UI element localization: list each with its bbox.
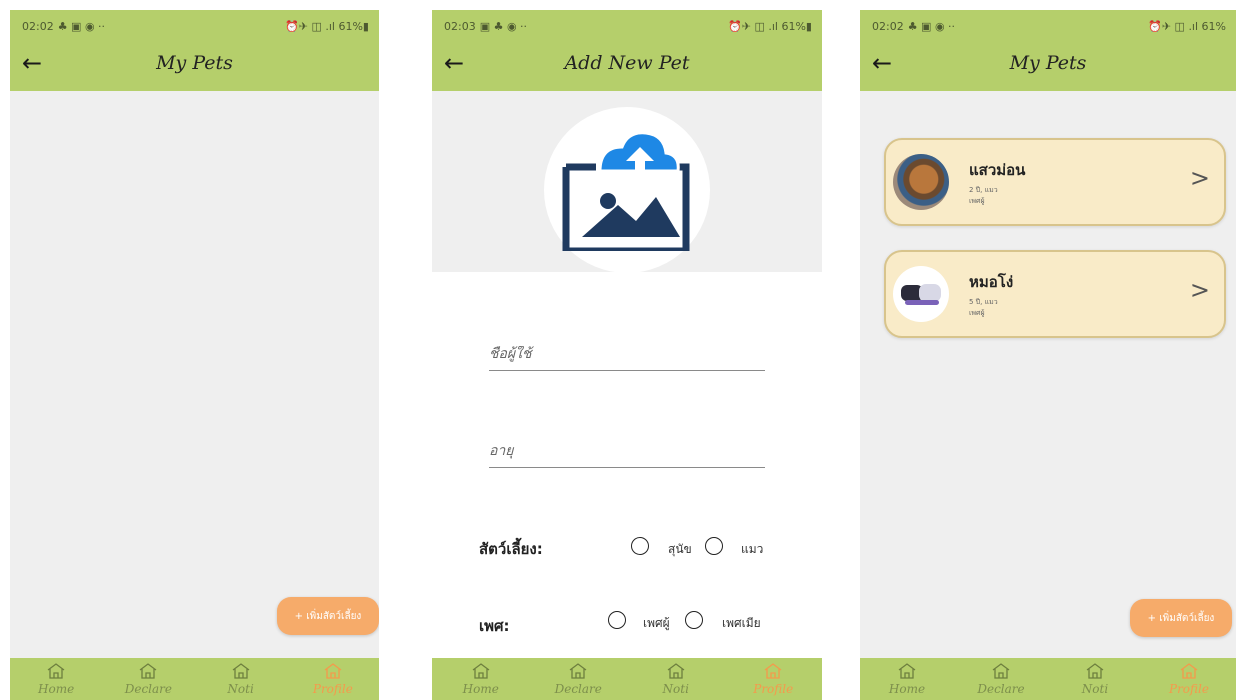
pet-meta: 5 ปี, แมว — [969, 298, 998, 306]
nav-item-declare[interactable]: Declare — [954, 658, 1048, 696]
bottom-nav: Home Declare Noti Profile — [10, 658, 379, 700]
nav-item-declare[interactable]: Declare — [530, 658, 628, 696]
add-pet-button[interactable]: + เพิ่มสัตว์เลี้ยง — [1130, 599, 1232, 637]
app-bar: ← Add New Pet — [432, 37, 822, 91]
pet-list-empty — [10, 91, 379, 658]
home-icon — [231, 662, 251, 680]
chevron-right-icon: > — [1189, 276, 1210, 304]
pet-name-field — [489, 343, 765, 371]
home-icon — [323, 662, 343, 680]
image-upload-icon — [562, 131, 690, 251]
nav-item-profile[interactable]: Profile — [725, 658, 823, 696]
nav-label-home: Home — [888, 682, 926, 696]
home-icon — [1179, 662, 1199, 680]
nav-item-profile[interactable]: Profile — [287, 658, 379, 696]
home-icon — [138, 662, 158, 680]
radio-cat[interactable] — [705, 537, 723, 555]
nav-label-noti: Noti — [1081, 682, 1109, 696]
nav-label-profile: Profile — [312, 682, 353, 696]
status-bar: 02:02 ♣ ▣ ◉ ·· ⏰✈ ◫ .ıl 61%▮ — [10, 10, 379, 37]
bottom-nav: Home Declare Noti Profile — [860, 658, 1236, 700]
pet-avatar — [893, 266, 949, 322]
pet-gender: เพศผู้ — [969, 309, 985, 317]
chevron-right-icon: > — [1189, 164, 1210, 192]
status-icons-right: ⏰✈ ◫ .ıl 61% — [1148, 19, 1226, 33]
status-icons-left: ♣ ▣ ◉ ·· — [57, 19, 106, 33]
pet-card[interactable]: หมอโง่ 5 ปี, แมว เพศผู้ > — [884, 250, 1226, 338]
status-time: 02:02 — [872, 19, 904, 33]
nav-label-home: Home — [38, 682, 75, 696]
nav-label-profile: Profile — [1169, 682, 1209, 696]
pet-meta: 2 ปี, แมว — [969, 186, 998, 194]
nav-item-home[interactable]: Home — [432, 658, 530, 696]
page-title: My Pets — [156, 52, 233, 74]
pet-age-input[interactable] — [489, 443, 765, 467]
home-icon — [46, 662, 66, 680]
home-icon — [763, 662, 783, 680]
radio-male[interactable] — [608, 611, 626, 629]
status-icons-left: ▣ ♣ ◉ ·· — [479, 19, 528, 33]
nav-item-declare[interactable]: Declare — [102, 658, 194, 696]
screen-add-new-pet: 02:03 ▣ ♣ ◉ ·· ⏰✈ ◫ .ıl 61%▮ ← Add New Pe… — [432, 10, 822, 700]
pet-name-input[interactable] — [489, 346, 765, 370]
bottom-nav: Home Declare Noti Profile — [432, 658, 822, 700]
radio-female[interactable] — [685, 611, 703, 629]
home-icon — [471, 662, 491, 680]
status-bar: 02:02 ♣ ▣ ◉ ·· ⏰✈ ◫ .ıl 61% — [860, 10, 1236, 37]
status-icons-right: ⏰✈ ◫ .ıl 61%▮ — [728, 19, 812, 33]
radio-cat-label: แมว — [741, 542, 764, 556]
page-title: My Pets — [1009, 52, 1087, 74]
radio-female-label: เพศเมีย — [722, 616, 761, 630]
radio-dog[interactable] — [631, 537, 649, 555]
nav-item-noti[interactable]: Noti — [627, 658, 725, 696]
radio-male-label: เพศผู้ — [643, 616, 670, 630]
add-pet-button[interactable]: + เพิ่มสัตว์เลี้ยง — [277, 597, 379, 635]
nav-label-declare: Declare — [124, 682, 173, 696]
photo-upload-button[interactable] — [544, 107, 710, 273]
nav-label-home: Home — [462, 682, 499, 696]
app-bar: ← My Pets — [10, 37, 379, 91]
radio-dog-label: สุนัข — [668, 542, 692, 556]
status-time: 02:02 — [22, 19, 54, 33]
screen-my-pets-list: 02:02 ♣ ▣ ◉ ·· ⏰✈ ◫ .ıl 61% ← My Pets แสว… — [860, 10, 1236, 700]
nav-label-declare: Declare — [554, 682, 602, 696]
status-bar: 02:03 ▣ ♣ ◉ ·· ⏰✈ ◫ .ıl 61%▮ — [432, 10, 822, 37]
home-icon — [666, 662, 686, 680]
status-icons-right: ⏰✈ ◫ .ıl 61%▮ — [285, 19, 369, 33]
nav-item-profile[interactable]: Profile — [1142, 658, 1236, 696]
nav-item-home[interactable]: Home — [10, 658, 102, 696]
nav-label-profile: Profile — [753, 682, 794, 696]
pet-type-label: สัตว์เลี้ยง: — [479, 540, 543, 558]
pet-gender: เพศผู้ — [969, 197, 985, 205]
home-icon — [897, 662, 917, 680]
nav-label-noti: Noti — [227, 682, 254, 696]
pet-age-field — [489, 440, 765, 468]
page-title: Add New Pet — [564, 52, 690, 74]
home-icon — [1085, 662, 1105, 680]
status-icons-left: ♣ ▣ ◉ ·· — [907, 19, 956, 33]
status-time: 02:03 — [444, 19, 476, 33]
nav-label-declare: Declare — [977, 682, 1025, 696]
pet-avatar — [893, 154, 949, 210]
app-bar: ← My Pets — [860, 37, 1236, 91]
pet-name: แสวม่อน — [969, 161, 1026, 179]
home-icon — [991, 662, 1011, 680]
nav-item-noti[interactable]: Noti — [195, 658, 287, 696]
gender-label: เพศ: — [479, 617, 510, 635]
nav-item-home[interactable]: Home — [860, 658, 954, 696]
pet-name: หมอโง่ — [969, 273, 1014, 291]
screen-my-pets-empty: 02:02 ♣ ▣ ◉ ·· ⏰✈ ◫ .ıl 61%▮ ← My Pets + … — [10, 10, 379, 700]
nav-label-noti: Noti — [662, 682, 689, 696]
home-icon — [568, 662, 588, 680]
pet-card[interactable]: แสวม่อน 2 ปี, แมว เพศผู้ > — [884, 138, 1226, 226]
nav-item-noti[interactable]: Noti — [1048, 658, 1142, 696]
